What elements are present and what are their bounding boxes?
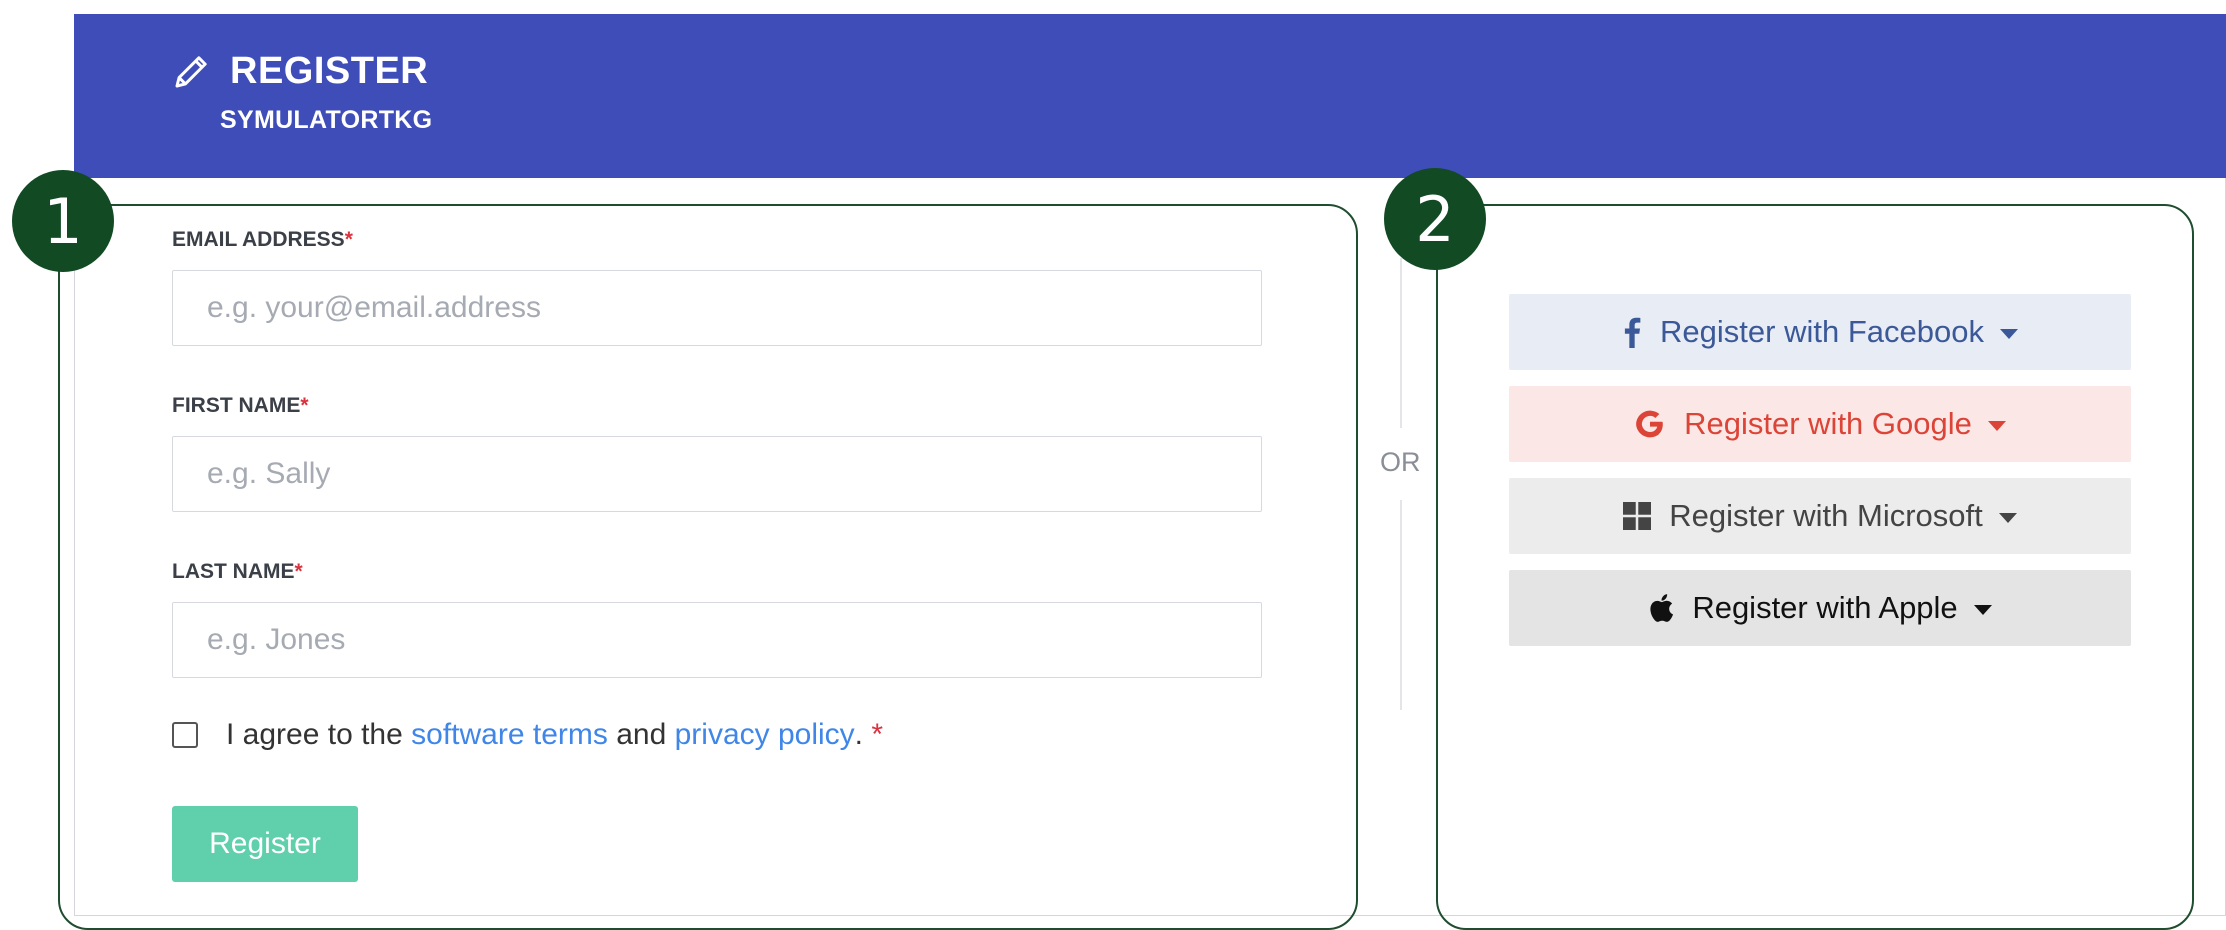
- page-subtitle: SYMULATORTKG: [220, 106, 433, 134]
- page-title: REGISTER: [230, 50, 429, 92]
- callout-box-2: [1436, 204, 2194, 930]
- header-title-row: REGISTER: [170, 50, 428, 93]
- divider-line-bottom: [1400, 500, 1402, 710]
- register-header: REGISTER SYMULATORTKG: [74, 14, 2226, 178]
- callout-box-1: [58, 204, 1358, 930]
- pencil-icon: [175, 55, 207, 87]
- callout-badge-2: 2: [1384, 168, 1486, 270]
- divider-line-top: [1400, 258, 1402, 428]
- callout-badge-1: 1: [12, 170, 114, 272]
- or-divider-text: OR: [1380, 447, 1421, 477]
